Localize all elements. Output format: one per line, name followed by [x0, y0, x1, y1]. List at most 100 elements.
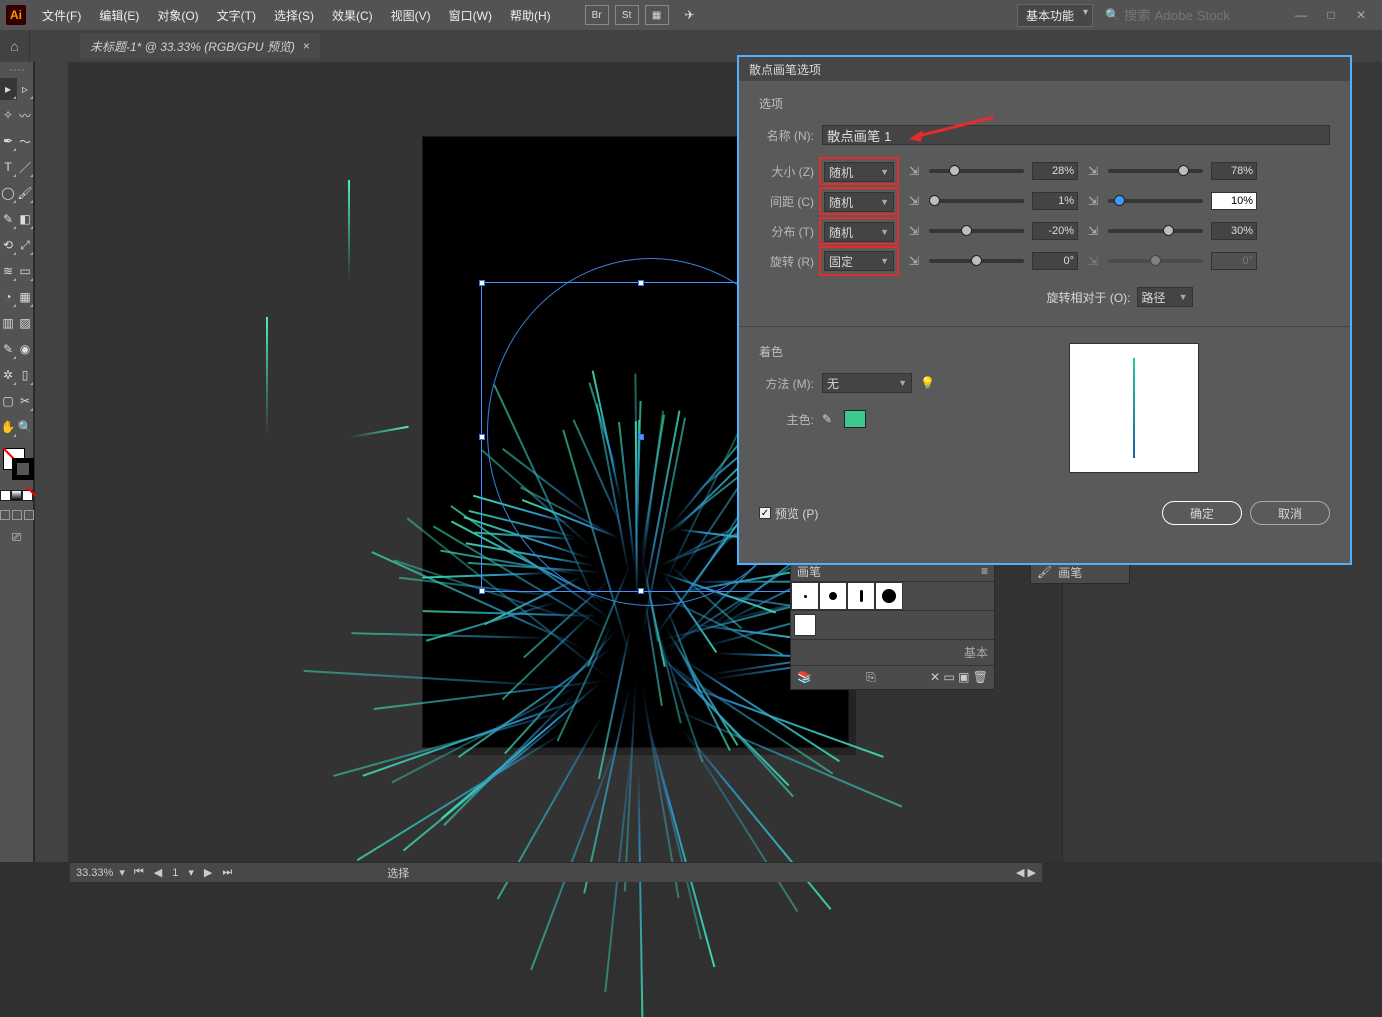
hand-tool[interactable]: ✋	[0, 416, 17, 438]
color-mode-solid[interactable]	[0, 490, 11, 501]
mesh-tool[interactable]: ▥	[0, 312, 17, 334]
brush-preset[interactable]	[791, 582, 819, 610]
slider-link-icon[interactable]: ⇲	[1086, 224, 1100, 238]
libraries-icon[interactable]: 📚	[797, 670, 812, 685]
bridge-icon[interactable]: Br	[585, 5, 609, 25]
ellipse-tool[interactable]: ◯	[0, 182, 17, 204]
scrollbar-horizontal[interactable]: ◀ ▶	[1016, 866, 1036, 879]
slider-link-icon[interactable]: ⇲	[907, 254, 921, 268]
screen-mode[interactable]: ⎚	[0, 526, 34, 548]
slider-link-icon[interactable]: ⇲	[907, 194, 921, 208]
rotation-relative-dropdown[interactable]: 路径▼	[1137, 287, 1193, 307]
new-brush-icon[interactable]: ▣	[958, 670, 969, 684]
line-tool[interactable]: ／	[17, 156, 34, 178]
scatter-slider-2[interactable]	[1108, 229, 1203, 233]
slider-link-icon[interactable]: ⇲	[907, 224, 921, 238]
artboard-tool[interactable]: ▢	[0, 390, 17, 412]
shape-builder-tool[interactable]: ◔	[0, 286, 17, 308]
color-mode-none[interactable]	[22, 490, 33, 501]
artboard-navigator[interactable]: ⏮ ◀ 1 ▾ ▶ ⏭	[131, 866, 235, 879]
key-color-swatch[interactable]	[844, 410, 866, 428]
scale-tool[interactable]: ⤢	[17, 234, 34, 256]
last-page-icon[interactable]: ⏭	[219, 866, 235, 879]
draw-modes[interactable]	[0, 508, 36, 522]
page-dropdown-icon[interactable]: ▾	[185, 866, 197, 879]
width-tool[interactable]: ≋	[0, 260, 17, 282]
free-transform-tool[interactable]: ▭	[17, 260, 34, 282]
first-page-icon[interactable]: ⏮	[131, 866, 147, 879]
spacing-value-1[interactable]: 1%	[1032, 192, 1078, 210]
colorization-method-dropdown[interactable]: 无▼	[822, 373, 912, 393]
paintbrush-tool[interactable]: 🖌	[17, 182, 34, 204]
slider-link-icon[interactable]: ⇲	[1086, 194, 1100, 208]
size-value-1[interactable]: 28%	[1032, 162, 1078, 180]
type-tool[interactable]: T	[0, 156, 17, 178]
stock-search-input[interactable]	[1124, 8, 1264, 23]
menu-view[interactable]: 视图(V)	[383, 3, 439, 28]
menu-effect[interactable]: 效果(C)	[324, 3, 381, 28]
eraser-tool[interactable]: ◧	[17, 208, 34, 230]
lasso-tool[interactable]: 〰	[17, 104, 34, 126]
rotation-value-1[interactable]: 0°	[1032, 252, 1078, 270]
slider-link-icon[interactable]: ⇲	[1086, 164, 1100, 178]
fill-stroke-swatch[interactable]	[0, 446, 34, 486]
brush-preset[interactable]	[875, 582, 903, 610]
column-graph-tool[interactable]: ▯	[17, 364, 34, 386]
brush-preset[interactable]	[847, 582, 875, 610]
workspace-switcher[interactable]: 基本功能	[1017, 4, 1093, 27]
perspective-grid-tool[interactable]: ▦	[17, 286, 34, 308]
zoom-dropdown-icon[interactable]: ▾	[119, 866, 125, 879]
menu-object[interactable]: 对象(O)	[149, 3, 206, 28]
tips-icon[interactable]: 💡	[920, 376, 935, 390]
page-number[interactable]: 1	[169, 867, 181, 879]
curvature-tool[interactable]: 〜	[17, 130, 34, 152]
brushes-panel[interactable]: 画笔≡ 基本 📚 ⎘ ✕ ▭ ▣ 🗑	[790, 560, 995, 690]
arrange-docs-icon[interactable]: ▦	[645, 5, 669, 25]
brush-preset-selected[interactable]	[794, 614, 816, 636]
brush-strokes-icon[interactable]: ▭	[943, 670, 954, 684]
next-page-icon[interactable]: ▶	[201, 866, 215, 879]
selection-tool[interactable]: ▸	[0, 78, 17, 100]
magic-wand-tool[interactable]: ✧	[0, 104, 17, 126]
brush-preset[interactable]	[819, 582, 847, 610]
brush-options-icon[interactable]: ⎘	[866, 670, 876, 685]
zoom-level[interactable]: 33.33%	[76, 867, 113, 879]
size-value-2[interactable]: 78%	[1211, 162, 1257, 180]
spacing-mode-dropdown[interactable]: 随机▼	[824, 192, 894, 212]
delete-brush-icon[interactable]: 🗑	[973, 670, 988, 684]
menu-help[interactable]: 帮助(H)	[502, 3, 559, 28]
scatter-value-2[interactable]: 30%	[1211, 222, 1257, 240]
window-close[interactable]: ✕	[1346, 5, 1376, 25]
panel-menu-icon[interactable]: ≡	[981, 564, 988, 578]
stock-search[interactable]: 🔍	[1105, 8, 1264, 23]
menu-type[interactable]: 文字(T)	[209, 3, 264, 28]
scatter-mode-dropdown[interactable]: 随机▼	[824, 222, 894, 242]
brush-name-input[interactable]	[822, 125, 1330, 145]
eyedropper-tool[interactable]: ✎	[0, 338, 17, 360]
spacing-slider-1[interactable]	[929, 199, 1024, 203]
remove-stroke-icon[interactable]: ✕	[930, 670, 940, 684]
gradient-tool[interactable]: ▨	[17, 312, 34, 334]
size-mode-dropdown[interactable]: 随机▼	[824, 162, 894, 182]
scatter-value-1[interactable]: -20%	[1032, 222, 1078, 240]
preview-checkbox[interactable]: ✓ 预览 (P)	[759, 505, 818, 522]
menu-edit[interactable]: 编辑(E)	[91, 3, 147, 28]
slice-tool[interactable]: ✂	[17, 390, 34, 412]
rotate-tool[interactable]: ⟲	[0, 234, 17, 256]
menu-select[interactable]: 选择(S)	[266, 3, 322, 28]
blend-tool[interactable]: ◉	[17, 338, 34, 360]
stroke-swatch[interactable]	[12, 458, 34, 480]
symbol-sprayer-tool[interactable]: ✲	[0, 364, 17, 386]
prev-page-icon[interactable]: ◀	[151, 866, 165, 879]
window-maximize[interactable]: □	[1316, 5, 1346, 25]
gpu-rocket-icon[interactable]: ✈	[685, 8, 695, 22]
menu-window[interactable]: 窗口(W)	[441, 3, 500, 28]
home-icon[interactable]: ⌂	[0, 31, 30, 61]
eyedropper-icon[interactable]: ✎	[822, 412, 836, 426]
shaper-tool[interactable]: ✎	[0, 208, 17, 230]
pen-tool[interactable]: ✒	[0, 130, 17, 152]
stock-icon[interactable]: St	[615, 5, 639, 25]
spacing-slider-2[interactable]	[1108, 199, 1203, 203]
slider-link-icon[interactable]: ⇲	[907, 164, 921, 178]
size-slider-1[interactable]	[929, 169, 1024, 173]
